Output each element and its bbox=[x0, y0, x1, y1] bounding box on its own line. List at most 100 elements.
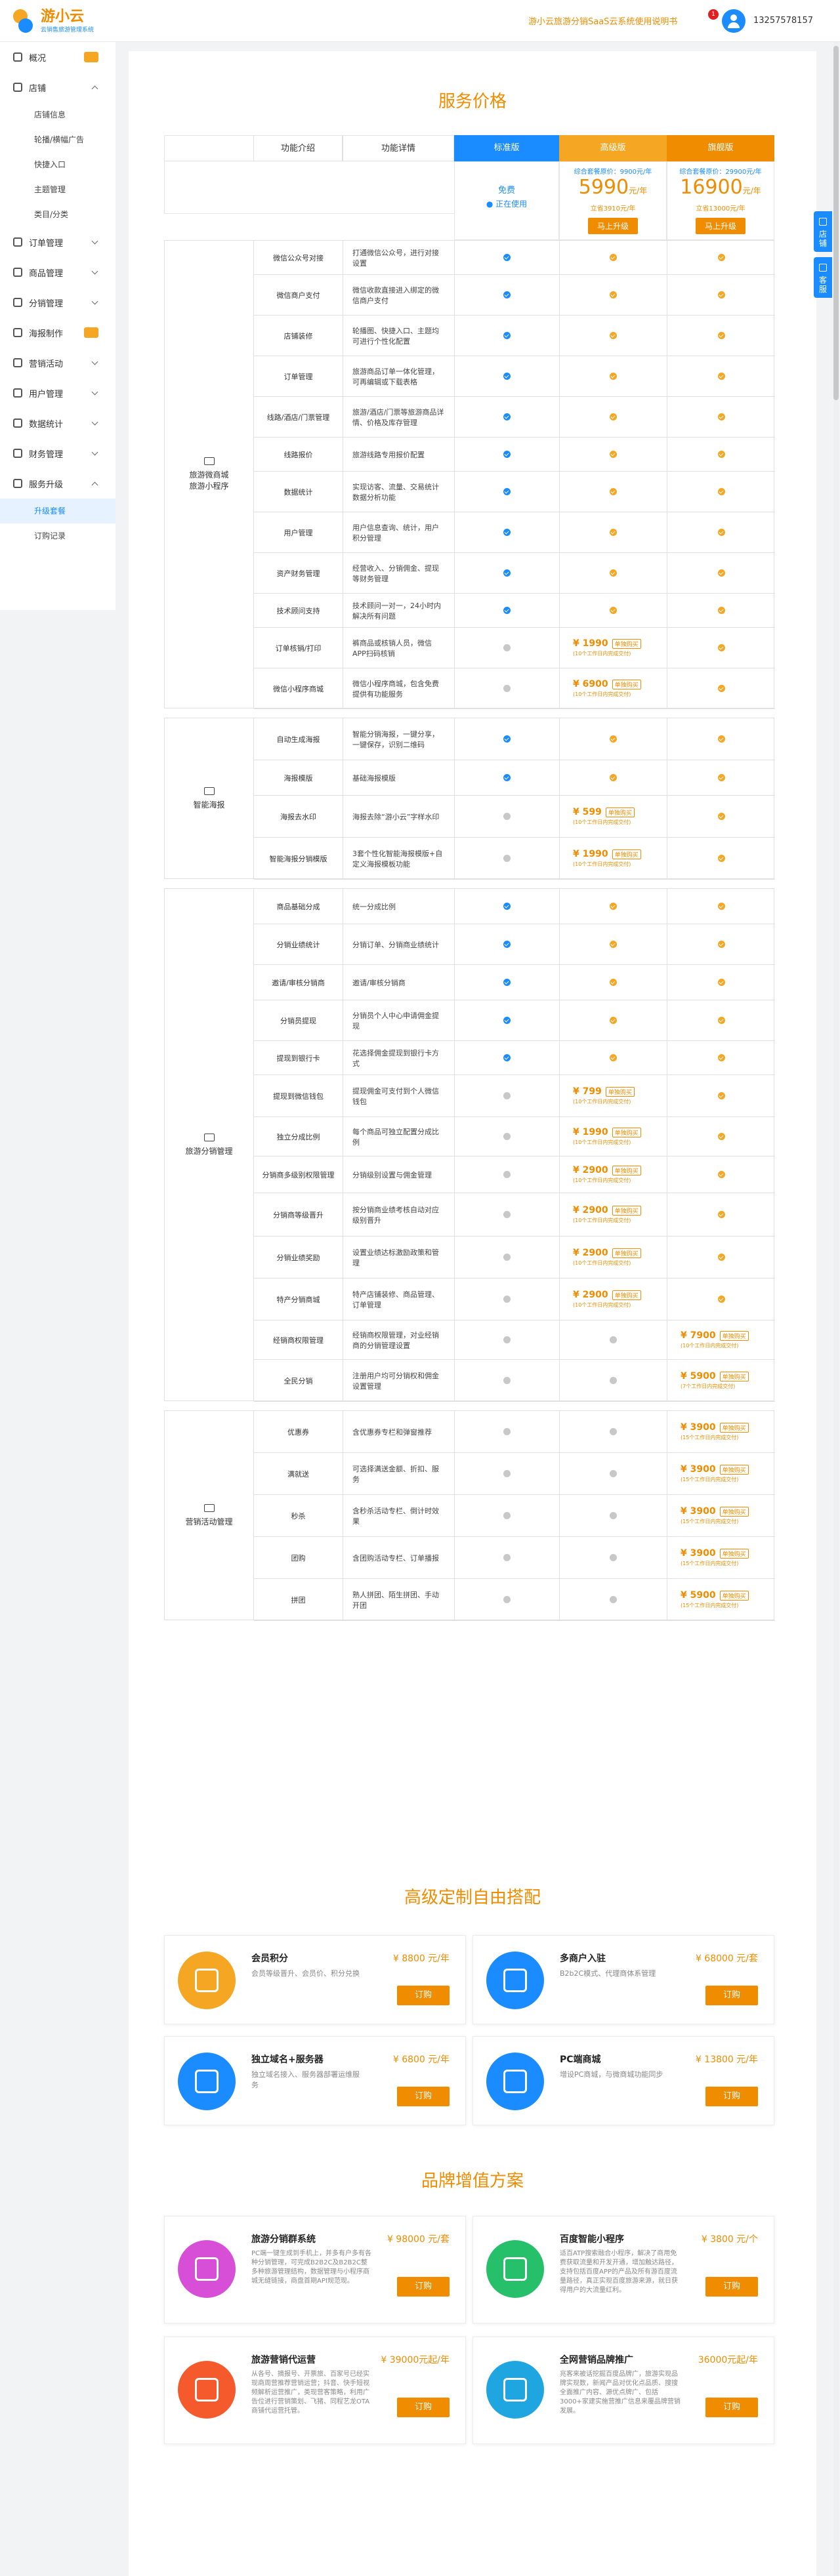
feature-name: 经销商权限管理 bbox=[254, 1320, 343, 1359]
order-button[interactable]: 订购 bbox=[705, 2277, 758, 2297]
avatar[interactable] bbox=[722, 9, 746, 33]
plan-standard-free: 免费 bbox=[497, 186, 515, 195]
order-button[interactable]: 订购 bbox=[397, 2277, 450, 2297]
manual-link[interactable]: 游小云旅游分销SaaS云系统使用说明书 bbox=[528, 14, 677, 27]
buy-separately-button[interactable]: 单独购买 bbox=[612, 1248, 641, 1258]
sidebar-item[interactable]: 服务升级 bbox=[0, 468, 116, 499]
check-circle-icon bbox=[717, 1092, 725, 1099]
feature-detail: 经营收入、分销佣金、提现等财务管理 bbox=[343, 553, 455, 593]
check-circle-icon bbox=[717, 735, 725, 743]
sidebar-item[interactable]: 数据统计 bbox=[0, 408, 116, 438]
sidebar-item[interactable]: 店铺 bbox=[0, 72, 116, 102]
sidebar-item[interactable]: 营销活动 bbox=[0, 348, 116, 378]
sidebar-subitem[interactable]: 订购记录 bbox=[0, 523, 116, 548]
feature-detail: 花选择佣金提现到银行卡方式 bbox=[343, 1041, 455, 1074]
plan-cell-adv bbox=[560, 512, 667, 552]
group-icon bbox=[203, 457, 215, 465]
sidebar-item[interactable]: 概况 bbox=[0, 42, 116, 72]
plan-cell-adv: ¥ 599 单独购买 (10个工作日内完成交付) bbox=[560, 796, 667, 837]
plan-cell-flag bbox=[667, 924, 775, 964]
sidebar-subitem[interactable]: 快捷入口 bbox=[0, 152, 116, 177]
feature-detail: 轮播图、快捷入口、主题均可进行个性化配置 bbox=[343, 316, 455, 356]
store-icon bbox=[819, 218, 827, 226]
feature-row: 经销商权限管理 经销商权限管理，对业经销商的分销管理设置 ¥ 7900 单独购买 (10… bbox=[254, 1320, 775, 1360]
scrollbar-track[interactable] bbox=[833, 42, 839, 2576]
sidebar-subitem[interactable]: 店铺信息 bbox=[0, 102, 116, 127]
brand-icon-circle bbox=[486, 2361, 544, 2419]
plan-cell-adv bbox=[560, 241, 667, 274]
buy-separately-button[interactable]: 单独购买 bbox=[719, 1330, 749, 1341]
buy-separately-button[interactable]: 单独购买 bbox=[612, 679, 641, 689]
unavailable-icon bbox=[610, 1428, 617, 1435]
feature-detail: 统一分成比例 bbox=[343, 889, 455, 924]
feature-row: 拼团 熟人拼团、陌生拼团、手动开团 ¥ 5900 单独购买 (15个工作日内完成交付) bbox=[254, 1579, 775, 1621]
chevron-down-icon bbox=[91, 298, 98, 305]
feature-name: 店铺装修 bbox=[254, 316, 343, 356]
plan-cell-flag: ¥ 7900 单独购买 (10个工作日内完成交付) bbox=[667, 1320, 775, 1359]
feature-detail: 旅游/酒店/门票等旅游商品详情、价格及库存管理 bbox=[343, 397, 455, 437]
float-tab-headset[interactable]: 客服 bbox=[814, 257, 832, 298]
sidebar-subitem[interactable]: 轮播/横幅广告 bbox=[0, 127, 116, 152]
check-circle-icon bbox=[503, 735, 511, 743]
sidebar-subitem[interactable]: 主题管理 bbox=[0, 177, 116, 202]
buy-separately-button[interactable]: 单独购买 bbox=[719, 1371, 749, 1381]
sidebar-item[interactable]: 订单管理 bbox=[0, 227, 116, 257]
buy-separately-button[interactable]: 单独购买 bbox=[612, 849, 641, 859]
order-button[interactable]: 订购 bbox=[705, 1986, 758, 2005]
plan-cell-flag bbox=[667, 718, 775, 760]
plan-flagship-saving: 立省13000元/年 bbox=[696, 205, 746, 213]
buy-separately-button[interactable]: 单独购买 bbox=[612, 1205, 641, 1216]
upgrade-flagship-button[interactable]: 马上升级 bbox=[695, 218, 746, 234]
buy-separately-button[interactable]: 单独购买 bbox=[605, 807, 635, 817]
feature-name: 自动生成海报 bbox=[254, 718, 343, 760]
buy-separately-button[interactable]: 单独购买 bbox=[605, 1086, 635, 1097]
sidebar-subitem[interactable]: 升级套餐 bbox=[0, 499, 116, 523]
addon-price: ¥ 3900 单独购买 bbox=[681, 1548, 749, 1559]
sidebar-item[interactable]: 用户管理 bbox=[0, 378, 116, 408]
check-circle-icon bbox=[717, 941, 725, 948]
sidebar-item[interactable]: 商品管理 bbox=[0, 257, 116, 287]
buy-separately-button[interactable]: 单独购买 bbox=[719, 1548, 749, 1559]
buy-separately-button[interactable]: 单独购买 bbox=[612, 1290, 641, 1300]
plan-flagship-original: 综合套餐原价：29900元/年 bbox=[679, 169, 762, 176]
plan-cell-flag bbox=[667, 438, 775, 471]
buy-separately-button[interactable]: 单独购买 bbox=[719, 1506, 749, 1517]
sidebar-subitem[interactable]: 类目/分类 bbox=[0, 202, 116, 227]
buy-separately-button[interactable]: 单独购买 bbox=[719, 1590, 749, 1601]
upgrade-advanced-button[interactable]: 马上升级 bbox=[587, 218, 638, 234]
order-button[interactable]: 订购 bbox=[397, 1986, 450, 2005]
order-button[interactable]: 订购 bbox=[397, 2087, 450, 2106]
sidebar-item-label: 订单管理 bbox=[29, 238, 64, 249]
buy-separately-button[interactable]: 单独购买 bbox=[612, 1165, 641, 1176]
scrollbar-thumb[interactable] bbox=[833, 46, 839, 400]
check-circle-icon bbox=[717, 1017, 725, 1024]
check-circle-icon bbox=[717, 254, 725, 261]
plan-cell-adv bbox=[560, 1495, 667, 1536]
addon-price: ¥ 2900 单独购买 bbox=[573, 1248, 641, 1258]
header-advanced: 高级版 bbox=[559, 135, 667, 161]
order-button[interactable]: 订购 bbox=[397, 2398, 450, 2417]
float-tab-store[interactable]: 店铺 bbox=[814, 211, 832, 252]
order-button[interactable]: 订购 bbox=[705, 2087, 758, 2106]
buy-separately-button[interactable]: 单独购买 bbox=[612, 638, 641, 649]
sidebar-item[interactable]: 海报制作 bbox=[0, 317, 116, 348]
plan-cell-flag bbox=[667, 1041, 775, 1074]
buy-separately-button[interactable]: 单独购买 bbox=[612, 1127, 641, 1137]
feature-name: 线路/酒店/门票管理 bbox=[254, 397, 343, 437]
buy-separately-button[interactable]: 单独购买 bbox=[719, 1464, 749, 1475]
feature-detail: 分销员个人中心申请佣金提现 bbox=[343, 1000, 455, 1040]
sidebar-item-label: 用户管理 bbox=[29, 389, 64, 399]
unavailable-icon bbox=[610, 1596, 617, 1603]
marketing-icon bbox=[13, 358, 22, 367]
order-button[interactable]: 订购 bbox=[705, 2398, 758, 2417]
buy-separately-button[interactable]: 单独购买 bbox=[719, 1422, 749, 1433]
logo[interactable]: 游小云 云销售旅游管理系统 bbox=[10, 8, 94, 34]
sidebar-item[interactable]: 分销管理 bbox=[0, 287, 116, 317]
feature-detail: 海报去除“游小云”字样水印 bbox=[343, 796, 455, 837]
user-phone[interactable]: 13257578157 bbox=[753, 16, 813, 26]
plan-cell-flag bbox=[667, 1117, 775, 1156]
sidebar-item[interactable]: 财务管理 bbox=[0, 438, 116, 468]
plan-cell-std bbox=[455, 472, 560, 512]
feature-row: 独立分成比例 每个商品可独立配置分成比例 ¥ 1990 单独购买 (10个工作日内完成交… bbox=[254, 1117, 775, 1156]
feature-name: 商品基础分成 bbox=[254, 889, 343, 924]
